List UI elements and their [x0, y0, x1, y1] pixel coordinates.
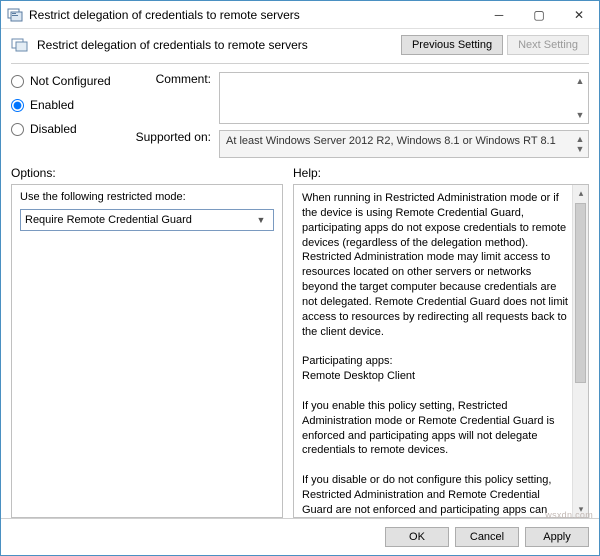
chevron-down-icon: ▼ — [253, 212, 269, 228]
window-title: Restrict delegation of credentials to re… — [29, 8, 479, 22]
radio-disabled-input[interactable] — [11, 123, 24, 136]
scroll-down-icon[interactable]: ▾ — [573, 501, 589, 517]
apply-button[interactable]: Apply — [525, 527, 589, 547]
next-setting-button: Next Setting — [507, 35, 589, 55]
radio-disabled[interactable]: Disabled — [11, 122, 131, 136]
separator — [11, 63, 589, 64]
radio-enabled-label: Enabled — [30, 98, 74, 112]
radio-not-configured-input[interactable] — [11, 75, 24, 88]
footer: OK Cancel Apply — [1, 518, 599, 555]
restricted-mode-value: Require Remote Credential Guard — [25, 214, 253, 226]
radio-not-configured[interactable]: Not Configured — [11, 74, 131, 88]
policy-icon — [11, 37, 29, 53]
radio-enabled-input[interactable] — [11, 99, 24, 112]
help-label: Help: — [293, 166, 589, 180]
supported-value: At least Windows Server 2012 R2, Windows… — [226, 135, 556, 147]
scroll-down-icon: ▼ — [574, 143, 586, 155]
app-icon — [7, 7, 23, 23]
scroll-up-icon[interactable]: ▴ — [573, 185, 589, 201]
options-pane: Use the following restricted mode: Requi… — [11, 184, 283, 518]
restricted-mode-select[interactable]: Require Remote Credential Guard ▼ — [20, 209, 274, 231]
close-button[interactable]: ✕ — [559, 1, 599, 29]
radio-disabled-label: Disabled — [30, 122, 77, 136]
maximize-button[interactable]: ▢ — [519, 1, 559, 29]
help-scrollbar[interactable]: ▴ ▾ — [572, 185, 588, 517]
header: Restrict delegation of credentials to re… — [1, 29, 599, 59]
supported-field: At least Windows Server 2012 R2, Windows… — [219, 130, 589, 158]
comment-field[interactable]: ▲ ▼ — [219, 72, 589, 124]
radio-enabled[interactable]: Enabled — [11, 98, 131, 112]
state-radios: Not Configured Enabled Disabled — [11, 72, 131, 158]
comment-label: Comment: — [131, 72, 211, 124]
cancel-button[interactable]: Cancel — [455, 527, 519, 547]
config-row: Not Configured Enabled Disabled Comment:… — [1, 72, 599, 158]
gpedit-dialog: Restrict delegation of credentials to re… — [0, 0, 600, 556]
minimize-button[interactable]: ─ — [479, 1, 519, 29]
comment-scrollbar[interactable]: ▲ ▼ — [574, 75, 586, 121]
help-text: When running in Restricted Administratio… — [302, 191, 570, 518]
supported-scrollbar: ▲ ▼ — [574, 133, 586, 155]
supported-label: Supported on: — [131, 130, 211, 158]
previous-setting-button[interactable]: Previous Setting — [401, 35, 503, 55]
titlebar: Restrict delegation of credentials to re… — [1, 1, 599, 29]
scroll-up-icon[interactable]: ▲ — [574, 75, 586, 87]
scrollbar-thumb[interactable] — [575, 203, 586, 383]
scroll-down-icon[interactable]: ▼ — [574, 109, 586, 121]
header-title: Restrict delegation of credentials to re… — [37, 38, 393, 52]
ok-button[interactable]: OK — [385, 527, 449, 547]
help-pane: When running in Restricted Administratio… — [293, 184, 589, 518]
options-label: Options: — [11, 166, 283, 180]
radio-not-configured-label: Not Configured — [30, 74, 111, 88]
restricted-mode-label: Use the following restricted mode: — [20, 191, 274, 203]
